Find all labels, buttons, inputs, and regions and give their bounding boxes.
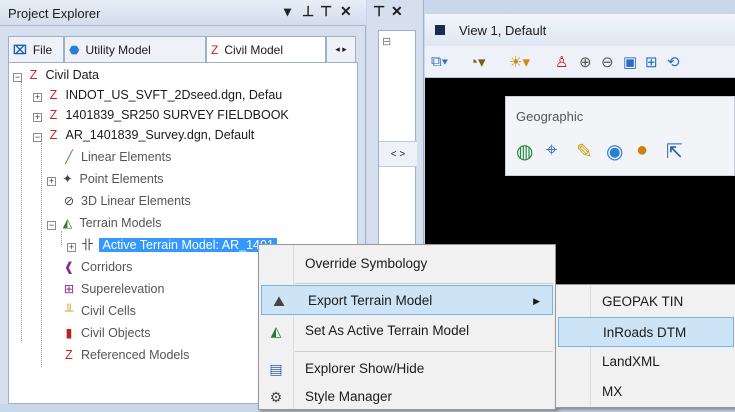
expand-icon[interactable]: + xyxy=(67,243,76,252)
dgn-file-icon: Z xyxy=(49,88,58,102)
close-icon[interactable]: ✕ xyxy=(391,3,403,20)
corridor-icon: ❰ xyxy=(63,260,75,274)
export-submenu: GEOPAK TIN InRoads DTM LandXML MX xyxy=(555,284,735,408)
tree-node-linear-elements[interactable]: ╱ Linear Elements xyxy=(61,147,171,167)
tree-node-civil-data[interactable]: − Z Civil Data xyxy=(13,65,99,85)
tree-node-active-terrain-model[interactable]: + 卝 Active Terrain Model: AR_1401 xyxy=(67,235,277,255)
geo-tool-icon[interactable]: ✎ xyxy=(576,139,593,164)
menu-item-override-symbology[interactable]: Override Symbology xyxy=(259,249,555,279)
terrain-mesh-icon: 卝 xyxy=(81,238,94,252)
geographic-toolbar: Geographic ◍ ⌖ ✎ ◉ ● ⇱ xyxy=(505,96,735,176)
tab-file-label: File xyxy=(32,42,53,57)
dropdown-arrow-icon[interactable]: ▾ xyxy=(284,3,291,20)
fit-view-icon[interactable]: ⊞ xyxy=(645,53,658,71)
submenu-item-inroads-dtm[interactable]: InRoads DTM xyxy=(558,317,734,347)
tab-civil-model[interactable]: Z Civil Model xyxy=(206,36,326,62)
referenced-model-icon: Z xyxy=(65,348,73,362)
tab-utility-model-label: Utility Model xyxy=(85,42,151,57)
collapse-icon[interactable]: − xyxy=(47,221,56,230)
submenu-arrow-icon: ▶ xyxy=(533,296,540,306)
expand-icon[interactable]: + xyxy=(47,177,56,186)
terrain-model-icon: ◭ xyxy=(62,216,73,230)
display-style-icon[interactable]: ◔▾ xyxy=(469,53,486,71)
tree-node-referenced-models[interactable]: Z Referenced Models xyxy=(61,345,189,365)
zoom-in-icon[interactable]: ⊕ xyxy=(579,53,592,71)
tab-civil-model-label: Civil Model xyxy=(224,42,284,57)
submenu-item-mx[interactable]: MX xyxy=(556,377,735,407)
submenu-item-geopak-tin[interactable]: GEOPAK TIN xyxy=(556,287,735,317)
pin-icon-2[interactable]: ⊤ xyxy=(320,3,332,20)
zoom-out-icon[interactable]: ⊖ xyxy=(601,53,614,71)
civil-data-icon: Z xyxy=(29,68,38,82)
geo-export-icon[interactable]: ⇱ xyxy=(666,139,683,164)
update-view-icon[interactable]: ♙ xyxy=(555,53,568,71)
pin-icon[interactable]: ⊤ xyxy=(373,3,385,20)
project-explorer-titlebar: Project Explorer ▾ ⊥ ⊤ ✕ xyxy=(0,0,366,26)
style-manager-icon: ⚙ xyxy=(269,389,283,405)
view-toolbar: ⧉▾ ◔▾ ☀▾ ♙ ⊕ ⊖ ▣ ⊞ ⟲ xyxy=(425,46,735,78)
dgn-file-icon: Z xyxy=(49,108,58,122)
rotate-view-icon[interactable]: ⟲ xyxy=(667,53,680,71)
menu-item-export-terrain-model[interactable]: ⛰ Export Terrain Model ▶ xyxy=(261,285,553,315)
tree-expander-icon[interactable]: ⊟ xyxy=(382,35,391,48)
project-explorer-title: Project Explorer xyxy=(8,6,101,21)
tree-node-file[interactable]: − Z AR_1401839_Survey.dgn, Default xyxy=(33,125,254,145)
geo-marker-icon[interactable]: ● xyxy=(636,139,648,162)
tree-node-civil-objects[interactable]: ▮ Civil Objects xyxy=(61,323,151,343)
geo-locate-icon[interactable]: ◉ xyxy=(606,139,623,164)
coordinate-system-icon[interactable]: ⌖ xyxy=(546,139,557,162)
tree-node-corridors[interactable]: ❰ Corridors xyxy=(61,257,133,277)
set-active-terrain-icon: ◭ xyxy=(270,323,282,339)
context-menu: Override Symbology ⛰ Export Terrain Mode… xyxy=(258,244,556,410)
export-terrain-icon: ⛰ xyxy=(273,293,285,309)
superelevation-icon: ⊞ xyxy=(63,282,75,296)
menu-item-explorer-show-hide[interactable]: ▤ Explorer Show/Hide xyxy=(259,354,555,384)
pin-icon[interactable]: ⊥ xyxy=(302,3,314,20)
linear-element-icon: ╱ xyxy=(65,150,73,164)
expand-icon[interactable]: + xyxy=(33,113,42,122)
explorer-tabs: ⌧ File ⬣ Utility Model Z Civil Model ◂ ▸ xyxy=(8,36,356,62)
civil-model-icon: Z xyxy=(211,42,219,57)
utility-model-icon: ⬣ xyxy=(69,42,80,57)
close-icon[interactable]: ✕ xyxy=(340,3,352,20)
dgn-file-icon: Z xyxy=(49,128,58,142)
view-title: View 1, Default xyxy=(459,23,547,38)
tab-file[interactable]: ⌧ File xyxy=(8,36,64,62)
tab-scroll-buttons[interactable]: ◂ ▸ xyxy=(326,36,356,62)
expand-icon[interactable]: + xyxy=(33,93,42,102)
tree-node-terrain-models[interactable]: − ◭ Terrain Models xyxy=(47,213,161,233)
tree-node-superelevation[interactable]: ⊞ Superelevation xyxy=(61,279,165,299)
view-titlebar: View 1, Default xyxy=(425,14,735,46)
file-tab-icon: ⌧ xyxy=(13,42,27,57)
view-window-icon xyxy=(435,25,445,35)
menu-item-set-active-terrain[interactable]: ◭ Set As Active Terrain Model xyxy=(259,316,555,346)
view-attributes-icon[interactable]: ⧉▾ xyxy=(431,53,448,70)
point-element-icon: ✦ xyxy=(62,172,73,186)
explorer-show-hide-icon: ▤ xyxy=(269,361,283,377)
submenu-item-landxml[interactable]: LandXML xyxy=(556,347,735,377)
civil-object-icon: ▮ xyxy=(65,326,73,340)
window-area-icon[interactable]: ▣ xyxy=(623,53,637,71)
tree-node-point-elements[interactable]: + ✦ Point Elements xyxy=(47,169,164,189)
tree-node-3d-linear-elements[interactable]: ⊘ 3D Linear Elements xyxy=(61,191,191,211)
tree-node-file[interactable]: + Z 1401839_SR250 SURVEY FIELDBOOK xyxy=(33,105,289,125)
geographic-toolbar-title: Geographic xyxy=(516,109,584,124)
menu-item-style-manager[interactable]: ⚙ Style Manager xyxy=(259,382,555,412)
lighting-icon[interactable]: ☀▾ xyxy=(509,53,530,71)
globe-icon[interactable]: ◍ xyxy=(516,139,533,164)
tree-node-civil-cells[interactable]: ╨ Civil Cells xyxy=(61,301,136,321)
tree-node-file[interactable]: + Z INDOT_US_SVFT_2Dseed.dgn, Defau xyxy=(33,85,282,105)
collapse-icon[interactable]: − xyxy=(13,73,22,82)
collapse-icon[interactable]: − xyxy=(33,133,42,142)
3d-linear-icon: ⊘ xyxy=(63,194,75,208)
civil-cell-icon: ╨ xyxy=(64,304,74,318)
scroll-arrows-icon[interactable]: < > xyxy=(379,141,417,167)
tab-utility-model[interactable]: ⬣ Utility Model xyxy=(64,36,206,62)
